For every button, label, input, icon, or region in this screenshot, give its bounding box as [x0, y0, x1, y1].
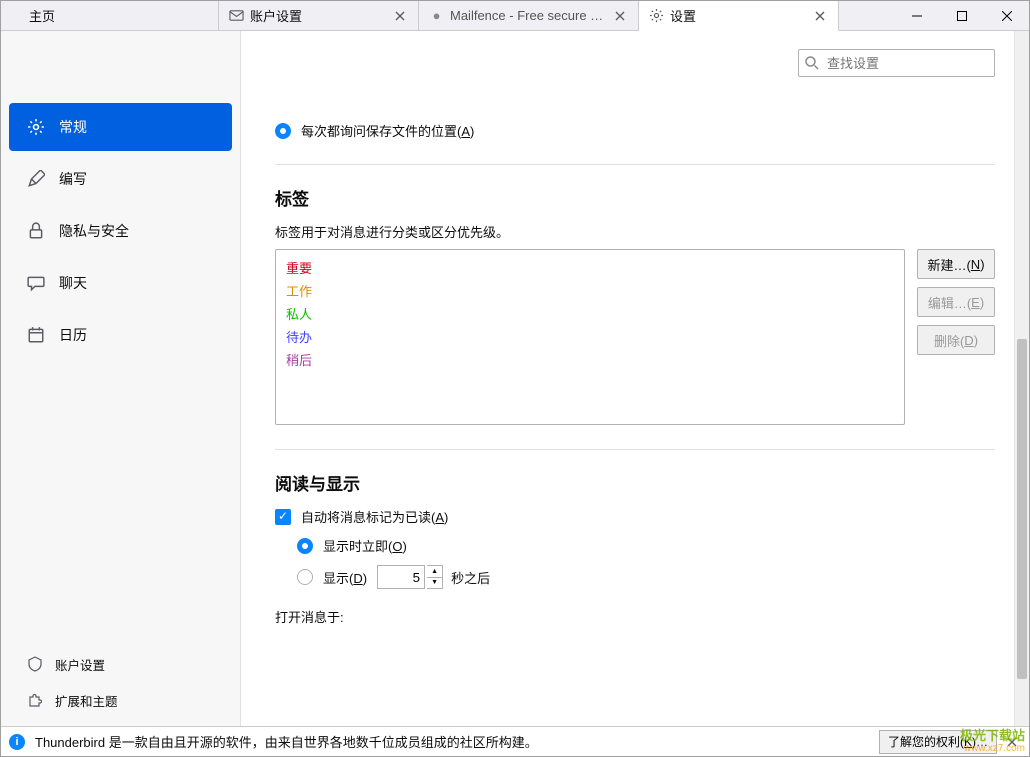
mark-read-delay-post: 秒之后	[451, 568, 490, 587]
sidebar-item-calendar[interactable]: 日历	[9, 311, 232, 359]
sidebar-item-compose[interactable]: 编写	[9, 155, 232, 203]
window-maximize[interactable]	[939, 1, 984, 30]
info-bar-text: Thunderbird 是一款自由且开源的软件，由来自世界各地数千位成员组成的社…	[35, 732, 538, 751]
tab-home-label: 主页	[29, 6, 208, 25]
tab-home[interactable]: 主页	[1, 1, 219, 30]
number-spinner[interactable]: ▲▼	[427, 565, 443, 589]
sidebar-compose-label: 编写	[59, 169, 87, 189]
sidebar-item-chat[interactable]: 聊天	[9, 259, 232, 307]
sidebar-chat-label: 聊天	[59, 273, 87, 293]
tag-edit-button[interactable]: 编辑…(E)	[917, 287, 995, 317]
info-icon: i	[9, 734, 25, 750]
gear-icon	[649, 8, 664, 23]
tab-mailfence-label: Mailfence - Free secure em	[450, 8, 604, 23]
window-controls	[894, 1, 1029, 30]
mark-read-delay-pre: 显示(D)	[323, 568, 367, 587]
info-bar-close[interactable]	[1003, 737, 1021, 747]
sidebar-addons[interactable]: 扩展和主题	[9, 682, 232, 718]
section-divider	[275, 449, 995, 450]
calendar-icon	[27, 326, 45, 344]
settings-main: 每次都询问保存文件的位置(A) 标签 标签用于对消息进行分类或区分优先级。 重要…	[241, 31, 1029, 726]
radio-checked-icon	[275, 123, 291, 139]
mail-settings-icon	[229, 8, 244, 23]
sidebar-item-general[interactable]: 常规	[9, 103, 232, 151]
reading-section-title: 阅读与显示	[275, 470, 995, 495]
tags-section-title: 标签	[275, 185, 995, 210]
lock-icon	[27, 222, 45, 240]
tab-accounts-label: 账户设置	[250, 6, 384, 25]
tab-accounts[interactable]: 账户设置	[219, 1, 419, 30]
tag-item-personal[interactable]: 私人	[286, 302, 894, 325]
spin-down-icon[interactable]: ▼	[427, 578, 442, 589]
sidebar-addons-label: 扩展和主题	[55, 691, 118, 710]
tags-listbox[interactable]: 重要 工作 私人 待办 稍后	[275, 249, 905, 425]
file-save-ask-label: 每次都询问保存文件的位置(A)	[301, 121, 474, 140]
tag-delete-button[interactable]: 删除(D)	[917, 325, 995, 355]
tag-item-work[interactable]: 工作	[286, 279, 894, 302]
tab-settings-close[interactable]	[812, 8, 828, 24]
open-message-in-label: 打开消息于:	[275, 607, 995, 626]
window-close[interactable]	[984, 1, 1029, 30]
checkbox-checked-icon	[275, 509, 291, 525]
gear-icon	[27, 118, 45, 136]
radio-unchecked-icon	[297, 569, 313, 585]
sidebar-privacy-label: 隐私与安全	[59, 221, 129, 241]
mark-read-immediate-row[interactable]: 显示时立即(O)	[297, 536, 995, 555]
sidebar-calendar-label: 日历	[59, 325, 87, 345]
tab-settings-label: 设置	[670, 6, 804, 25]
spin-up-icon[interactable]: ▲	[427, 566, 442, 578]
know-your-rights-button[interactable]: 了解您的权利(K)…	[879, 730, 997, 754]
tag-new-button[interactable]: 新建…(N)	[917, 249, 995, 279]
tag-item-later[interactable]: 稍后	[286, 348, 894, 371]
tab-accounts-close[interactable]	[392, 8, 408, 24]
puzzle-icon	[27, 692, 43, 708]
radio-checked-icon	[297, 538, 313, 554]
mark-read-delay-input[interactable]	[377, 565, 425, 589]
tab-mailfence[interactable]: ● Mailfence - Free secure em	[419, 1, 639, 30]
tags-section-desc: 标签用于对消息进行分类或区分优先级。	[275, 222, 995, 241]
tab-mailfence-close[interactable]	[612, 8, 628, 24]
mark-read-delay-row[interactable]: 显示(D) ▲▼ 秒之后	[297, 565, 995, 589]
tag-item-todo[interactable]: 待办	[286, 325, 894, 348]
sidebar-item-privacy[interactable]: 隐私与安全	[9, 207, 232, 255]
settings-sidebar: 常规 编写 隐私与安全 聊天 日历	[1, 31, 241, 726]
chat-icon	[27, 274, 45, 292]
account-icon	[27, 656, 43, 672]
scrollbar-thumb[interactable]	[1017, 339, 1027, 679]
window-minimize[interactable]	[894, 1, 939, 30]
tag-item-important[interactable]: 重要	[286, 256, 894, 279]
pencil-icon	[27, 170, 45, 188]
mark-read-label: 自动将消息标记为已读(A)	[301, 507, 448, 526]
site-dot-icon: ●	[429, 8, 444, 23]
vertical-scrollbar[interactable]	[1014, 31, 1029, 726]
mark-read-checkbox-row[interactable]: 自动将消息标记为已读(A)	[275, 507, 995, 526]
sidebar-account-label: 账户设置	[55, 655, 105, 674]
file-save-ask-radio-row[interactable]: 每次都询问保存文件的位置(A)	[275, 121, 995, 140]
sidebar-general-label: 常规	[59, 117, 87, 137]
sidebar-account-settings[interactable]: 账户设置	[9, 646, 232, 682]
section-divider	[275, 164, 995, 165]
title-bar: 主页 账户设置 ● Mailfence - Free secure em 设置	[1, 1, 1029, 31]
info-bar: i Thunderbird 是一款自由且开源的软件，由来自世界各地数千位成员组成…	[1, 726, 1029, 756]
mark-read-immediate-label: 显示时立即(O)	[323, 536, 407, 555]
tab-settings-active[interactable]: 设置	[639, 1, 839, 31]
